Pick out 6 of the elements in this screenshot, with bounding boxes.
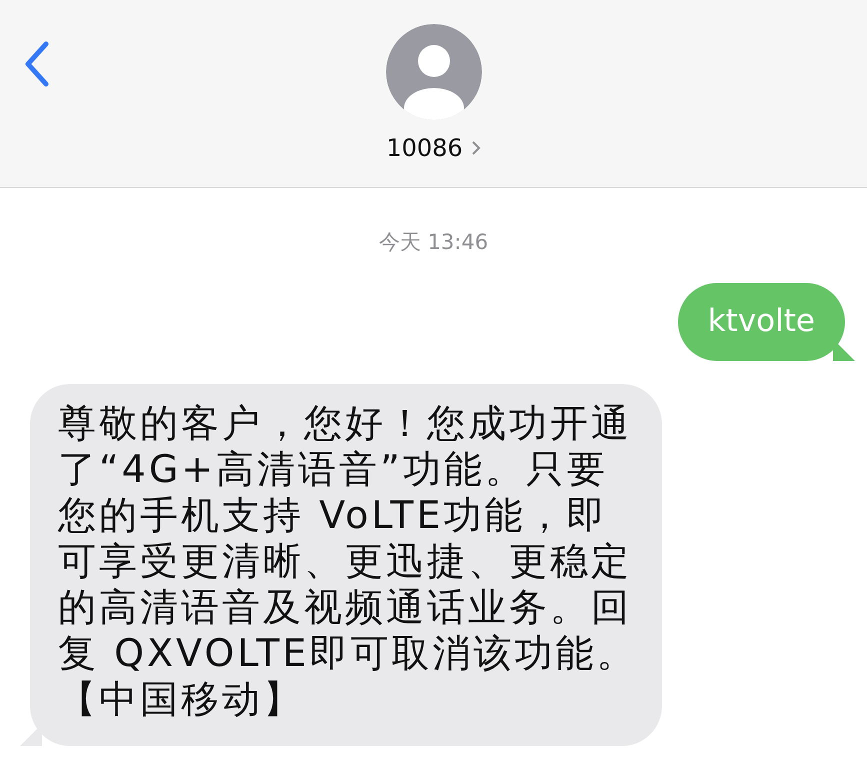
timestamp: 今天 13:46 — [378, 229, 490, 256]
contact-name[interactable]: 10086 — [386, 134, 463, 162]
avatar-icon[interactable] — [386, 24, 482, 120]
chevron-icon — [470, 140, 481, 156]
sent-message-bubble: ktvolte — [678, 283, 855, 361]
received-message-bubble: 尊敬的客户，您好！您成功开通了“4G+高清语音”功能。只要您的手机支持 VoLTE功能，即可享受更清晰、更迅捷、更稳定的高清语音及视频通话业务。回复 QXVOLTE即可取消该功能。【中国移动】 — [20, 384, 662, 746]
